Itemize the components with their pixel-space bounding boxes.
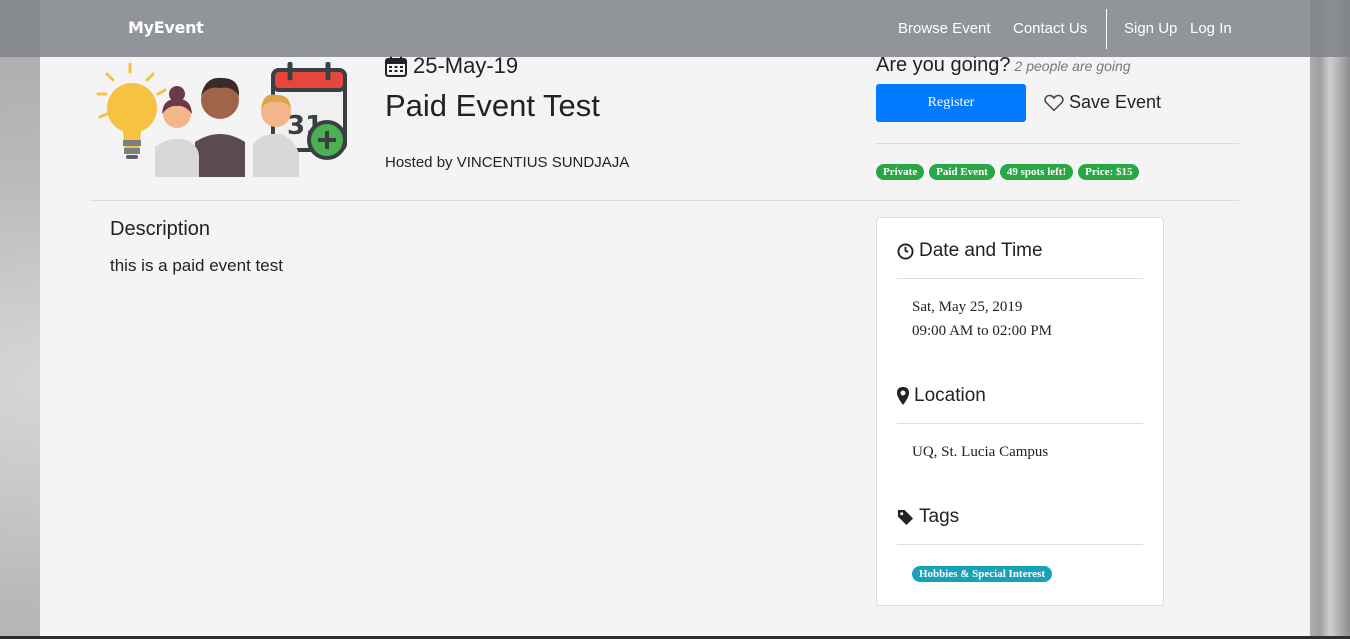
nav-contact-us[interactable]: Contact Us [1013,20,1087,37]
location-heading-text: Location [914,385,986,406]
nav-sign-up[interactable]: Sign Up [1124,20,1177,37]
badge-paid-event: Paid Event [929,164,995,180]
tag-icon [897,509,914,525]
badge-price: Price: $15 [1078,164,1140,180]
location-text: UQ, St. Lucia Campus [912,444,1049,460]
map-marker-icon [897,387,909,405]
lightbulb-icon [96,62,167,159]
divider [876,143,1239,144]
event-details-card: Date and Time Sat, May 25, 2019 09:00 AM… [876,217,1164,606]
description-text: this is a paid event test [110,256,283,275]
nav-browse-event[interactable]: Browse Event [898,20,991,37]
event-time-line: 09:00 AM to 02:00 PM [912,323,1053,339]
attendance-question: Are you going? 2 people are going [876,54,1131,77]
heart-icon [1044,94,1064,111]
divider [897,278,1143,279]
nav-divider [1106,9,1107,49]
event-image: 31 [96,62,347,177]
save-event-label: Save Event [1069,92,1162,112]
badge-private: Private [876,164,925,180]
navbar: MyEvent Browse Event Contact Us Sign Up … [0,0,1350,57]
save-event-button[interactable]: Save Event [1044,92,1161,113]
date-time-heading-text: Date and Time [919,240,1043,261]
location-heading: Location [897,385,986,407]
register-button[interactable]: Register [876,84,1026,122]
clock-icon [897,242,914,260]
badge-spots-left: 49 spots left! [999,164,1074,180]
brand-logo[interactable]: MyEvent [128,18,204,37]
tags-heading-text: Tags [919,506,960,527]
event-badges: Private Paid Event 49 spots left! Price:… [876,164,1140,180]
attendance-question-text: Are you going? [876,54,1011,76]
event-date-line: Sat, May 25, 2019 [912,299,1023,315]
date-time-heading: Date and Time [897,240,1043,262]
divider [90,200,1239,201]
description-heading: Description [110,218,211,240]
event-host: Hosted by VINCENTIUS SUNDJAJA [385,154,630,171]
divider [897,544,1143,545]
event-title: Paid Event Test [385,88,600,123]
divider [897,423,1143,424]
tags-heading: Tags [897,506,959,528]
nav-log-in[interactable]: Log In [1190,20,1232,37]
tag-badge[interactable]: Hobbies & Special Interest [912,566,1052,582]
attendance-count: 2 people are going [1014,58,1131,74]
calendar-icon [385,56,407,77]
